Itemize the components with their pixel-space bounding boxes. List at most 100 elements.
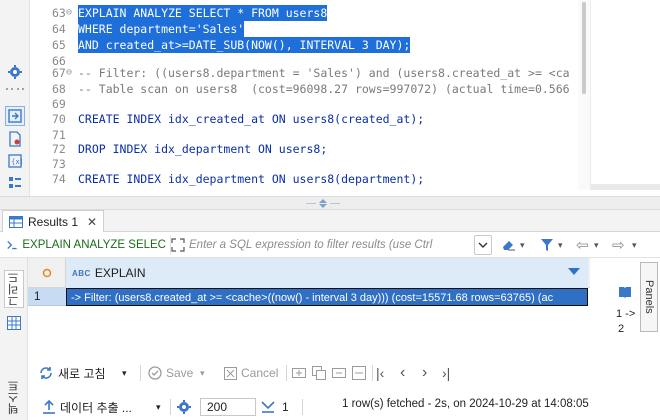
chevron-down-icon[interactable]: ▾ xyxy=(594,236,599,254)
refresh-icon xyxy=(40,367,52,379)
refresh-button[interactable]: 새로 고침 xyxy=(38,364,106,382)
svg-text:{x}: {x} xyxy=(11,158,22,166)
execute-statement-icon[interactable] xyxy=(5,106,25,126)
table-icon xyxy=(9,215,23,228)
tab-label: Results 1 xyxy=(28,214,79,229)
right-panel-scrollbar[interactable] xyxy=(590,184,660,190)
refresh-label: 새로 고침 xyxy=(58,366,106,381)
scrollbar-thumb[interactable] xyxy=(582,2,586,94)
export-icon xyxy=(43,399,55,414)
sql-editor[interactable]: {x} 63 64 65 66 67 68 69 70 71 72 73 74 … xyxy=(0,0,660,200)
side-value: 2 xyxy=(618,323,625,335)
chevron-down-icon[interactable]: ▾ xyxy=(520,236,525,254)
code-line[interactable]: AND created_at>=DATE_SUB(NOW(), INTERVAL… xyxy=(78,37,411,53)
previous-page-icon[interactable]: ‹ xyxy=(400,364,405,382)
outline-icon[interactable] xyxy=(5,173,25,193)
max-rows-input[interactable]: 200 xyxy=(200,398,256,416)
text-view-label: 텍스트 xyxy=(8,379,20,415)
sort-arrow-icon[interactable] xyxy=(568,268,580,275)
code-line[interactable]: CREATE INDEX idx_department ON users8(de… xyxy=(78,171,424,187)
code-line[interactable]: WHERE department='Sales' xyxy=(78,21,245,37)
duplicate-row-icon[interactable] xyxy=(352,364,366,382)
tab-results-1[interactable]: Results 1 ✕ xyxy=(2,210,105,232)
fetch-settings-icon[interactable] xyxy=(176,398,192,416)
filter-icon[interactable] xyxy=(540,236,554,254)
line-number: 64 xyxy=(52,22,66,36)
table-cell[interactable]: -> Filter: (users8.created_at >= <cache>… xyxy=(66,288,588,306)
tab-panels[interactable]: Panels xyxy=(640,262,658,332)
results-panel: Results 1 ✕ EXPLAIN ANALYZE SELEC Enter … xyxy=(0,210,660,420)
forward-arrow-icon[interactable]: ⇨ xyxy=(612,236,625,254)
line-number: 74 xyxy=(52,172,66,186)
line-number: 72 xyxy=(52,142,66,156)
book-icon[interactable] xyxy=(618,286,632,298)
side-value: 1 -> xyxy=(616,308,636,320)
expand-icon[interactable] xyxy=(171,238,185,252)
code-line[interactable]: CREATE INDEX idx_created_at ON users8(cr… xyxy=(78,111,424,127)
chevron-down-icon[interactable]: ▾ xyxy=(200,364,205,382)
export-label: 데이터 추출 ... xyxy=(60,400,132,415)
fetch-next-icon[interactable] xyxy=(260,398,276,416)
results-tabbar: Results 1 ✕ xyxy=(0,210,660,232)
source-query-text: EXPLAIN ANALYZE SELEC xyxy=(22,239,166,251)
code-line[interactable]: DROP INDEX idx_department ON users8; xyxy=(78,141,327,157)
export-data-button[interactable]: 데이터 추출 ... xyxy=(42,398,132,416)
source-query[interactable]: EXPLAIN ANALYZE SELEC xyxy=(6,235,166,255)
back-arrow-icon[interactable]: ⇦ xyxy=(576,236,589,254)
editor-side-toolbar: {x} xyxy=(0,0,30,200)
line-number: 70 xyxy=(52,112,66,126)
editor-right-panel xyxy=(590,0,660,190)
chevron-down-icon[interactable]: ▾ xyxy=(156,398,161,416)
close-icon[interactable]: ✕ xyxy=(87,215,97,229)
row-number-column-header[interactable] xyxy=(28,258,66,288)
eraser-icon[interactable] xyxy=(500,236,516,254)
gear-icon[interactable] xyxy=(5,62,25,82)
add-row-icon[interactable] xyxy=(292,364,306,382)
status-text: 1 row(s) fetched - 2s, on 2024-10-29 at … xyxy=(342,398,589,410)
fold-toggle-icon[interactable]: ⊖ xyxy=(66,5,76,21)
delete-row-icon[interactable] xyxy=(332,364,346,382)
save-button[interactable]: Save xyxy=(148,364,193,382)
grid-header: ABC EXPLAIN xyxy=(28,258,590,288)
code-comment-line[interactable]: -- Filter: ((users8.department = 'Sales'… xyxy=(78,65,570,81)
line-number-gutter: 63 64 65 66 67 68 69 70 71 72 73 74 xyxy=(30,0,78,190)
grid-icon[interactable] xyxy=(4,314,24,332)
fetched-count: 1 xyxy=(282,400,289,414)
editor-results-splitter[interactable] xyxy=(0,196,660,210)
script-file-icon[interactable] xyxy=(5,129,25,149)
column-header-label: EXPLAIN xyxy=(94,266,146,280)
line-number: 69 xyxy=(52,97,66,111)
copy-row-icon[interactable] xyxy=(312,364,326,382)
tab-grid-view[interactable]: 그리드 xyxy=(4,270,24,308)
filter-placeholder: Enter a SQL expression to filter results… xyxy=(189,239,433,251)
chevron-down-icon[interactable]: ▾ xyxy=(122,364,127,382)
last-page-icon[interactable]: ›| xyxy=(442,364,450,382)
explain-plan-icon[interactable]: {x} xyxy=(5,151,25,171)
toolbar-separator xyxy=(372,365,373,381)
code-line[interactable]: EXPLAIN ANALYZE SELECT * FROM users8 xyxy=(78,5,328,21)
more-dots-icon xyxy=(6,88,24,92)
filter-expression-input[interactable]: Enter a SQL expression to filter results… xyxy=(170,235,470,255)
first-page-icon[interactable]: |‹ xyxy=(376,364,384,382)
splitter-handle-icon[interactable] xyxy=(306,199,340,208)
code-text[interactable]: EXPLAIN ANALYZE SELECT * FROM users8 WHE… xyxy=(78,0,578,190)
cancel-button[interactable]: Cancel xyxy=(224,364,278,382)
chevron-down-icon[interactable]: ▾ xyxy=(632,236,637,254)
next-page-icon[interactable]: › xyxy=(422,364,427,382)
editor-scrollbar[interactable] xyxy=(578,0,590,190)
chevron-down-icon[interactable]: ▾ xyxy=(558,236,563,254)
results-grid[interactable]: ABC EXPLAIN 1 -> Filter: (users8.created… xyxy=(28,258,590,354)
column-header-explain[interactable]: ABC EXPLAIN xyxy=(66,258,588,288)
chevron-down-icon xyxy=(478,242,488,248)
sql-query-icon xyxy=(7,240,17,250)
line-number: 68 xyxy=(52,82,66,96)
row-number[interactable]: 1 xyxy=(28,288,66,306)
check-circle-icon xyxy=(148,366,162,380)
tab-text-view[interactable]: 텍스트 xyxy=(4,378,24,416)
line-number: 65 xyxy=(52,38,66,52)
filter-history-dropdown[interactable] xyxy=(474,235,492,255)
fold-toggle-icon[interactable]: ⊖ xyxy=(66,65,76,81)
table-row[interactable]: 1 -> Filter: (users8.created_at >= <cach… xyxy=(28,288,588,306)
toolbar-separator xyxy=(286,365,287,381)
code-comment-line[interactable]: -- Table scan on users8 (cost=96098.27 r… xyxy=(78,81,570,97)
